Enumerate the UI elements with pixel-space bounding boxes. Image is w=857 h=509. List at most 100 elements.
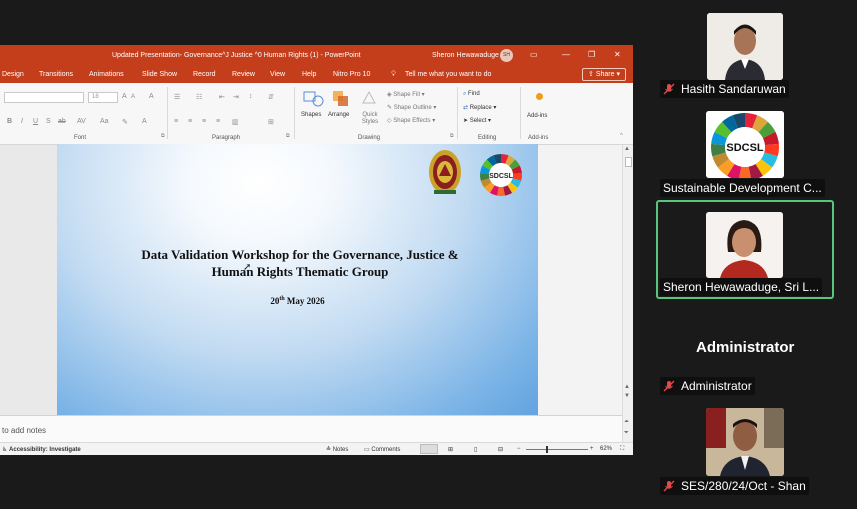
participant-video-ses[interactable] bbox=[706, 408, 784, 476]
reading-view-icon[interactable]: ▯ bbox=[474, 446, 477, 453]
quick-styles-button[interactable]: Quick Styles bbox=[356, 87, 382, 131]
share-label: Share bbox=[595, 71, 615, 78]
tab-slide-show[interactable]: Slide Show bbox=[142, 71, 177, 78]
increase-indent-icon[interactable]: ⇥ bbox=[233, 93, 239, 101]
underline-icon[interactable]: U bbox=[33, 118, 38, 125]
tab-review[interactable]: Review bbox=[232, 71, 255, 78]
font-color-icon[interactable]: A bbox=[142, 118, 147, 125]
account-avatar[interactable]: SH bbox=[500, 49, 513, 62]
tab-record[interactable]: Record bbox=[193, 71, 216, 78]
ribbon: 18 A A A B I U S ab AV Aa ✎ A Font ⧉ ☰ ☷… bbox=[0, 83, 633, 145]
shapes-button[interactable]: Shapes bbox=[300, 87, 326, 127]
notes-icon: ≜ bbox=[326, 447, 333, 453]
font-size-box[interactable]: 18 bbox=[88, 92, 118, 103]
close-icon[interactable]: ✕ bbox=[614, 50, 621, 59]
notes-placeholder[interactable]: to add notes bbox=[2, 426, 46, 435]
clear-format-icon[interactable]: A bbox=[149, 93, 154, 100]
participant-video-sheron[interactable] bbox=[706, 212, 783, 278]
shape-effects-button[interactable]: ◇ Shape Effects ▾ bbox=[387, 117, 435, 124]
muted-mic-icon bbox=[663, 380, 675, 392]
font-name-box[interactable] bbox=[4, 92, 84, 103]
change-case-icon[interactable]: Aa bbox=[100, 118, 109, 125]
next-slide-icon[interactable]: ⏷ bbox=[624, 430, 629, 437]
align-right-icon[interactable]: ≡ bbox=[202, 118, 206, 125]
accessibility-status[interactable]: ♿︎ Accessibility: Investigate bbox=[2, 446, 81, 453]
vertical-scrollbar[interactable]: ▲ ▲ ▼ ⏶ ⏷ bbox=[622, 145, 633, 443]
participant-video-sdcsl[interactable]: SDCSL bbox=[706, 111, 784, 178]
participant-video-hasith[interactable] bbox=[707, 13, 783, 80]
restore-icon[interactable]: ❐ bbox=[588, 50, 595, 59]
slide-thumbnail-pane[interactable] bbox=[0, 145, 57, 415]
shape-effects-label: Shape Effects bbox=[393, 118, 431, 124]
scroll-thumb[interactable] bbox=[625, 157, 632, 167]
zoom-out-icon[interactable]: − bbox=[517, 446, 521, 452]
scroll-down-small-icon[interactable]: ▼ bbox=[624, 393, 630, 399]
char-spacing-icon[interactable]: AV bbox=[77, 118, 86, 125]
minimize-icon[interactable]: — bbox=[562, 50, 570, 59]
align-left-icon[interactable]: ≡ bbox=[174, 118, 178, 125]
slide-canvas[interactable]: SDCSL Data Validation Workshop for the G… bbox=[57, 144, 538, 415]
zoom-in-icon[interactable]: + bbox=[590, 446, 594, 452]
tab-nitro[interactable]: Nitro Pro 10 bbox=[333, 71, 370, 78]
font-dialog-launcher-icon[interactable]: ⧉ bbox=[161, 133, 165, 139]
tab-view[interactable]: View bbox=[270, 71, 285, 78]
line-spacing-icon[interactable]: ↕ bbox=[249, 93, 253, 100]
find-button[interactable]: ⌕ Find bbox=[463, 91, 480, 98]
highlight-icon[interactable]: ✎ bbox=[122, 118, 128, 126]
tab-transitions[interactable]: Transitions bbox=[39, 71, 73, 78]
account-name[interactable]: Sheron Hewawaduge bbox=[432, 52, 499, 59]
comments-button[interactable]: ▭ Comments bbox=[364, 446, 400, 453]
tab-help[interactable]: Help bbox=[302, 71, 316, 78]
shared-screen-powerpoint[interactable]: Updated Presentation- Governance^J Justi… bbox=[0, 45, 633, 455]
paragraph-dialog-launcher-icon[interactable]: ⧉ bbox=[286, 133, 290, 139]
group-drawing-label: Drawing bbox=[358, 135, 381, 141]
scroll-up-icon[interactable]: ▲ bbox=[624, 146, 630, 152]
select-label: Select bbox=[469, 118, 487, 124]
tab-animations[interactable]: Animations bbox=[89, 71, 124, 78]
drawing-dialog-launcher-icon[interactable]: ⧉ bbox=[450, 133, 454, 139]
smartart-icon[interactable]: ⊞ bbox=[268, 118, 274, 126]
shrink-font-icon[interactable]: A bbox=[131, 94, 135, 100]
normal-view-icon[interactable] bbox=[420, 444, 438, 454]
collapse-ribbon-icon[interactable]: ^ bbox=[620, 133, 623, 139]
columns-icon[interactable]: ▥ bbox=[232, 118, 239, 126]
text-direction-icon[interactable]: ⇵ bbox=[268, 93, 274, 101]
notes-button[interactable]: ≜ Notes bbox=[326, 446, 348, 453]
bullets-icon[interactable]: ☰ bbox=[174, 93, 180, 101]
zoom-slider[interactable] bbox=[526, 449, 588, 450]
decrease-indent-icon[interactable]: ⇤ bbox=[219, 93, 225, 101]
shape-fill-button[interactable]: ◈ Shape Fill ▾ bbox=[387, 91, 425, 98]
ribbon-display-icon[interactable]: ▭ bbox=[530, 50, 538, 59]
participant-display-name[interactable]: Administrator bbox=[696, 339, 794, 356]
justify-icon[interactable]: ≡ bbox=[216, 118, 220, 125]
replace-button[interactable]: ⇄ Replace ▾ bbox=[463, 104, 496, 111]
scroll-up-small-icon[interactable]: ▲ bbox=[624, 384, 630, 390]
numbering-icon[interactable]: ☷ bbox=[196, 93, 202, 101]
fit-slide-icon[interactable]: ⛶ bbox=[620, 446, 624, 453]
align-center-icon[interactable]: ≡ bbox=[188, 118, 192, 125]
slide-date: 20th May 2026 bbox=[57, 296, 538, 306]
prev-slide-icon[interactable]: ⏶ bbox=[624, 419, 629, 426]
select-button[interactable]: ➤ Select ▾ bbox=[463, 117, 491, 124]
addins-button[interactable]: Add-ins bbox=[525, 87, 555, 127]
meeting-window: Updated Presentation- Governance^J Justi… bbox=[0, 0, 857, 509]
tell-me-search[interactable]: Tell me what you want to do bbox=[405, 71, 491, 78]
slide-sorter-icon[interactable]: ⊞ bbox=[448, 446, 453, 453]
share-button[interactable]: ⇪ Share ▾ bbox=[582, 68, 626, 81]
arrange-button[interactable]: Arrange bbox=[328, 87, 354, 127]
notes-pane[interactable]: to add notes bbox=[0, 415, 622, 442]
grow-font-icon[interactable]: A bbox=[122, 93, 127, 100]
shadow-icon[interactable]: S bbox=[46, 118, 51, 125]
participant-name-tag: Administrator bbox=[660, 377, 755, 395]
shape-outline-button[interactable]: ✎ Shape Outline ▾ bbox=[387, 104, 436, 111]
bold-icon[interactable]: B bbox=[7, 118, 12, 125]
italic-icon[interactable]: I bbox=[21, 118, 23, 125]
zoom-slider-thumb[interactable] bbox=[546, 446, 548, 453]
zoom-level[interactable]: 62% bbox=[600, 446, 612, 452]
slideshow-icon[interactable]: ⊟ bbox=[498, 446, 503, 453]
tab-design[interactable]: Design bbox=[2, 71, 24, 78]
shapes-label: Shapes bbox=[301, 112, 322, 118]
strikethrough-icon[interactable]: ab bbox=[58, 118, 66, 125]
ribbon-separator bbox=[167, 87, 168, 139]
shapes-icon bbox=[303, 91, 324, 107]
